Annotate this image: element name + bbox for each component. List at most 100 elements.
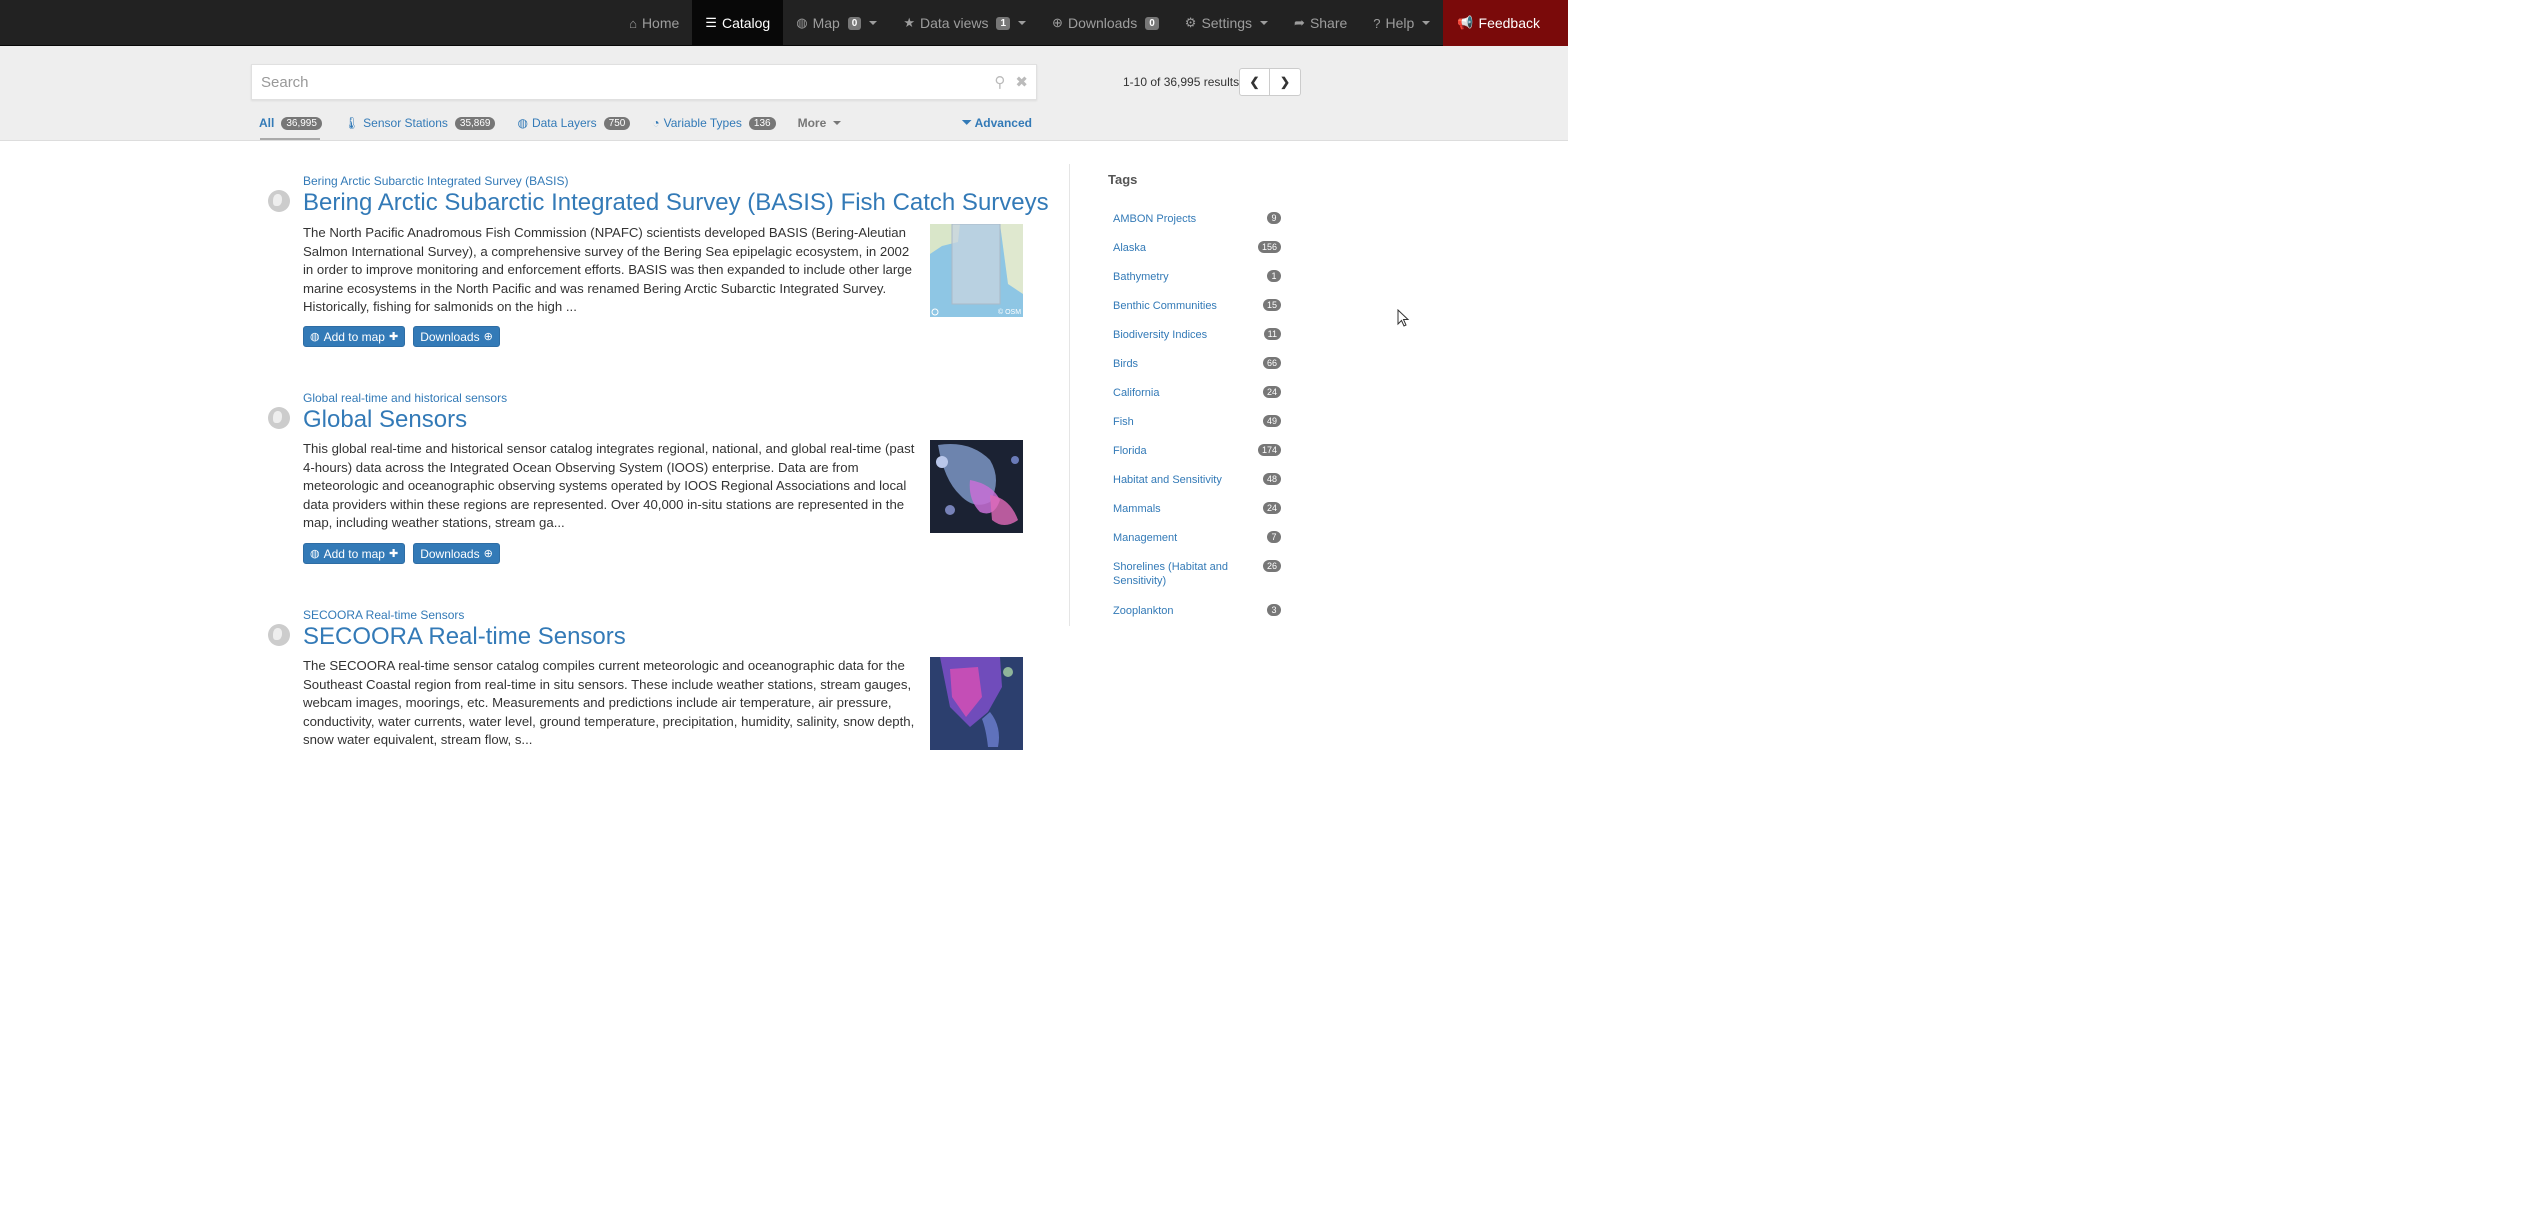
tab-variable-types-count: 136 [748, 116, 776, 130]
globe-icon: ◍ [796, 15, 808, 30]
result-description: The SECOORA real-time sensor catalog com… [303, 658, 915, 748]
tag-item[interactable]: Alaska 156 [1113, 241, 1281, 255]
data-views-count-badge: 1 [996, 16, 1011, 30]
tag-label: AMBON Projects [1113, 213, 1197, 225]
tab-data-layers-count: 750 [603, 116, 631, 130]
nav-feedback-label: Feedback [1478, 15, 1540, 31]
tab-sensor-stations[interactable]: 🌡 Sensor Stations 35,869 [344, 114, 496, 132]
caret-down-icon [1260, 21, 1269, 25]
result-item: Global real-time and historical sensors … [265, 389, 1025, 569]
tag-item[interactable]: Zooplankton 3 [1113, 604, 1281, 618]
tag-label: Bathymetry [1113, 271, 1169, 283]
result-subtitle[interactable]: Bering Arctic Subarctic Integrated Surve… [303, 174, 568, 188]
tag-label: Management [1113, 532, 1178, 544]
downloads-button[interactable]: Downloads ⊕ [413, 543, 500, 564]
result-subtitle[interactable]: Global real-time and historical sensors [303, 391, 507, 405]
tag-count-badge: 9 [1267, 212, 1281, 224]
tab-data-layers[interactable]: ◍ Data Layers 750 [517, 114, 631, 132]
clear-icon[interactable]: ✖ [1015, 73, 1028, 91]
nav-map[interactable]: ◍ Map 0 [783, 0, 890, 46]
tab-all[interactable]: All 36,995 [259, 114, 322, 132]
nav-settings[interactable]: ⚙ Settings [1172, 0, 1281, 46]
tag-label: Habitat and Sensitivity [1113, 474, 1222, 486]
result-type-tabs: All 36,995 🌡 Sensor Stations 35,869 ◍ Da… [259, 114, 863, 132]
tag-count-badge: 66 [1262, 357, 1281, 369]
tag-count-badge: 156 [1257, 241, 1281, 253]
home-icon: ⌂ [629, 15, 637, 31]
download-icon: ⊕ [483, 548, 493, 560]
tag-item[interactable]: AMBON Projects 9 [1113, 212, 1281, 226]
filter-icon: ⏷ [962, 115, 972, 129]
search-band: ⚲ ✖ 1-10 of 36,995 results ❮ ❯ All 36,99… [0, 46, 1568, 141]
advanced-filter-link[interactable]: ⏷ Advanced [962, 115, 1032, 130]
downloads-button[interactable]: Downloads ⊕ [413, 326, 500, 347]
search-icon[interactable]: ⚲ [994, 73, 1005, 91]
search-actions: ⚲ ✖ [994, 73, 1028, 91]
nav-downloads[interactable]: ⊕ Downloads 0 [1039, 0, 1172, 46]
result-item: Bering Arctic Subarctic Integrated Surve… [265, 172, 1049, 352]
nav-share[interactable]: ➦ Share [1281, 0, 1360, 46]
result-subtitle[interactable]: SECOORA Real-time Sensors [303, 608, 464, 622]
tag-count-badge: 48 [1262, 473, 1281, 485]
result-title[interactable]: Bering Arctic Subarctic Integrated Surve… [303, 189, 1049, 217]
results-count: 1-10 of 36,995 results [1123, 75, 1240, 89]
share-icon: ➦ [1294, 15, 1305, 30]
tag-label: Biodiversity Indices [1113, 329, 1208, 341]
nav-home[interactable]: ⌂ Home [616, 0, 692, 46]
dashboard-icon: ◔ [652, 116, 660, 130]
tag-label: Alaska [1113, 242, 1147, 254]
result-title[interactable]: Global Sensors [303, 406, 467, 434]
add-to-map-button[interactable]: ◍ Add to map ✚ [303, 326, 406, 347]
tag-count-badge: 11 [1263, 328, 1281, 340]
tag-item[interactable]: Habitat and Sensitivity 48 [1113, 473, 1281, 487]
tag-label: California [1113, 387, 1160, 399]
nav-feedback[interactable]: 📢 Feedback [1443, 0, 1568, 46]
tag-item[interactable]: California 24 [1113, 386, 1281, 400]
tag-count-badge: 15 [1262, 299, 1281, 311]
tab-more[interactable]: More [798, 114, 842, 132]
tag-count-badge: 49 [1262, 415, 1281, 427]
prev-page-button[interactable]: ❮ [1239, 68, 1270, 96]
tag-item[interactable]: Bathymetry 1 [1113, 270, 1281, 284]
nav-home-label: Home [641, 15, 680, 31]
tag-item[interactable]: Mammals 24 [1113, 502, 1281, 516]
tag-item[interactable]: Birds 66 [1113, 357, 1281, 371]
tag-item[interactable]: Fish 49 [1113, 415, 1281, 429]
chevron-left-icon: ❮ [1249, 75, 1260, 89]
add-to-map-button[interactable]: ◍ Add to map ✚ [303, 543, 406, 564]
thermometer-icon: 🌡 [343, 116, 360, 130]
tag-count-badge: 3 [1267, 604, 1281, 616]
nav-catalog[interactable]: ☰ Catalog [692, 0, 784, 46]
list-icon: ☰ [705, 15, 717, 30]
result-thumbnail[interactable]: © OSM [930, 224, 1023, 317]
result-item: SECOORA Real-time Sensors SECOORA Real-t… [265, 605, 1025, 755]
tags-sidebar: Tags AMBON Projects 9 Alaska 156 Bathymetry 1… [1069, 164, 1299, 626]
nav-share-label: Share [1309, 15, 1348, 31]
thumbnail-credit: © OSM [998, 308, 1021, 316]
tab-variable-types-label: Variable Types [663, 116, 742, 130]
tag-item[interactable]: Benthic Communities 15 [1113, 299, 1281, 313]
nav-help[interactable]: ? Help [1360, 0, 1443, 46]
tag-item[interactable]: Florida 174 [1113, 444, 1281, 458]
search-box: ⚲ ✖ [251, 64, 1037, 100]
tag-count-badge: 24 [1262, 502, 1281, 514]
caret-down-icon [1018, 21, 1027, 25]
cursor-arrow-icon [1397, 308, 1410, 327]
globe-icon: ◍ [517, 116, 528, 130]
result-thumbnail[interactable] [930, 440, 1023, 533]
result-actions: ◍ Add to map ✚ Downloads ⊕ [303, 326, 500, 347]
tag-count-badge: 26 [1262, 560, 1281, 572]
tab-more-label: More [797, 116, 827, 130]
tag-item[interactable]: Shorelines (Habitat and Sensitivity) 26 [1113, 560, 1281, 588]
nav-data-views[interactable]: ★ Data views 1 [890, 0, 1039, 46]
result-title[interactable]: SECOORA Real-time Sensors [303, 623, 626, 651]
search-input[interactable] [252, 65, 972, 99]
nav-menu: ⌂ Home ☰ Catalog ◍ Map 0 ★ Data views 1 … [616, 0, 1568, 46]
tab-variable-types[interactable]: ◔ Variable Types 136 [652, 114, 776, 132]
result-thumbnail[interactable] [930, 657, 1023, 750]
tag-item[interactable]: Biodiversity Indices 11 [1113, 328, 1281, 342]
next-page-button[interactable]: ❯ [1270, 68, 1301, 96]
tag-item[interactable]: Management 7 [1113, 531, 1281, 545]
plus-icon: ✚ [388, 331, 399, 343]
map-thumbnail-image [930, 440, 1023, 533]
